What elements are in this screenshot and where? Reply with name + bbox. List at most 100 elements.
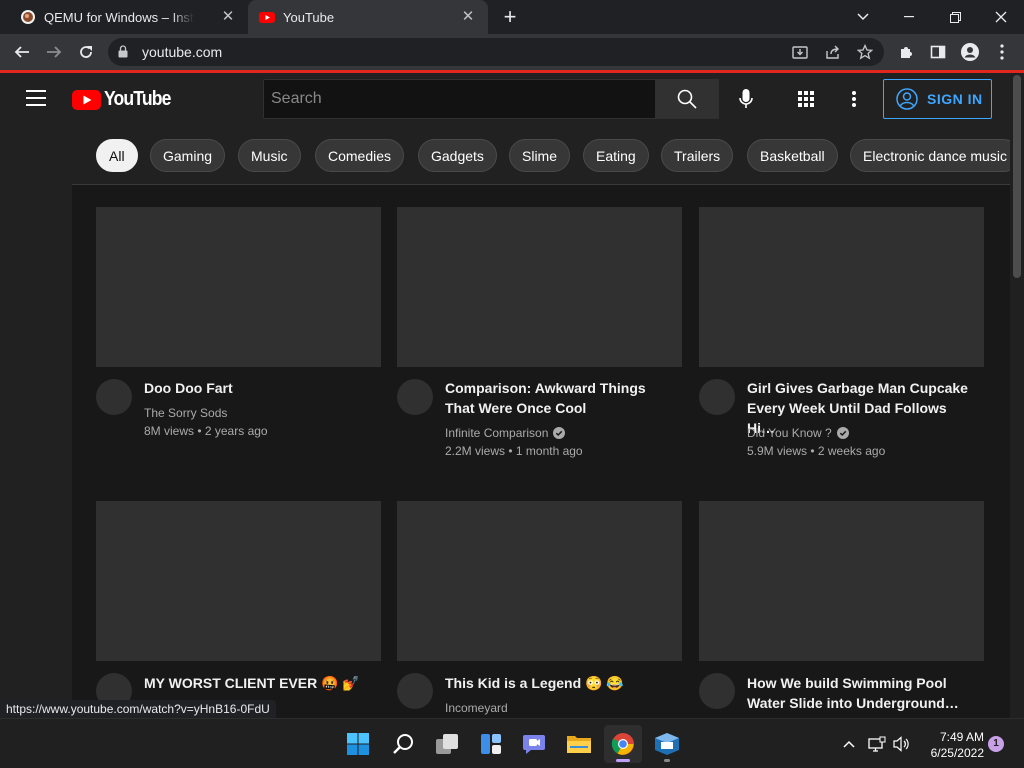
channel-name-text: Did You Know ? [747, 426, 832, 440]
sign-in-button[interactable]: SIGN IN [883, 79, 992, 119]
video-thumbnail[interactable] [96, 207, 381, 367]
chip-eating[interactable]: Eating [583, 139, 649, 172]
browser-tab-strip: QEMU for Windows – Installers (6 ✕ YouTu… [0, 0, 1024, 34]
search-icon [677, 89, 697, 109]
volume-icon[interactable] [893, 735, 911, 753]
video-meta: 2.2M views • 1 month ago [445, 444, 583, 458]
voice-search-button[interactable] [730, 83, 762, 115]
video-thumbnail[interactable] [699, 501, 984, 661]
video-title[interactable]: Doo Doo Fart [144, 378, 374, 398]
network-icon[interactable] [868, 735, 886, 753]
video-thumbnail[interactable] [397, 207, 682, 367]
chip-gadgets[interactable]: Gadgets [418, 139, 497, 172]
widgets-button[interactable] [472, 725, 510, 763]
search-input[interactable] [264, 80, 655, 118]
sign-in-label: SIGN IN [927, 91, 983, 107]
channel-name[interactable]: Did You Know ? [747, 426, 849, 440]
teams-chat-icon [523, 735, 545, 754]
new-tab-button[interactable]: + [499, 6, 521, 28]
guide-sidebar-strip [0, 128, 72, 718]
chip-electronic-dance-music[interactable]: Electronic dance music [850, 139, 1010, 172]
show-hidden-icons-chevron-icon[interactable] [840, 735, 858, 753]
tab-qemu[interactable]: QEMU for Windows – Installers (6 ✕ [0, 0, 248, 34]
apps-grid-icon[interactable] [794, 87, 818, 111]
teams-chat-button[interactable] [515, 725, 553, 763]
verified-check-icon [553, 427, 566, 439]
chip-trailers[interactable]: Trailers [661, 139, 734, 172]
restore-button[interactable] [932, 0, 978, 34]
channel-avatar[interactable] [397, 379, 433, 415]
channel-name-text: Infinite Comparison [445, 426, 549, 440]
video-title[interactable]: MY WORST CLIENT EVER 🤬 💅 [144, 673, 374, 693]
reload-button[interactable] [74, 40, 98, 64]
url-text: youtube.com [142, 44, 223, 60]
settings-kebab-icon[interactable] [842, 87, 866, 111]
video-title[interactable]: Comparison: Awkward Things That Were Onc… [445, 378, 675, 418]
logo-text: YouTube [104, 88, 171, 110]
video-grid: Doo Doo Fart The Sorry Sods 8M views • 2… [72, 185, 1010, 718]
chrome-icon [611, 733, 634, 755]
search-box[interactable] [263, 79, 656, 119]
tab-title: QEMU for Windows – Installers (6 [44, 9, 194, 25]
install-icon[interactable] [791, 43, 809, 61]
minimize-button[interactable] [886, 0, 932, 34]
arrow-left-icon [14, 46, 29, 58]
share-icon[interactable] [824, 43, 842, 61]
video-thumbnail[interactable] [397, 501, 682, 661]
extensions-icon[interactable] [894, 40, 918, 64]
reload-icon [80, 46, 92, 58]
chip-gaming[interactable]: Gaming [150, 139, 226, 172]
video-meta: 5.9M views • 2 weeks ago [747, 444, 886, 458]
taskbar-search-button[interactable] [384, 725, 422, 763]
video-title[interactable]: This Kid is a Legend 😳 😂 [445, 673, 675, 693]
page-scrollbar[interactable] [1010, 73, 1024, 718]
close-tab-icon[interactable]: ✕ [460, 9, 476, 25]
address-bar[interactable]: youtube.com [108, 38, 884, 66]
scrollbar-thumb[interactable] [1013, 75, 1021, 278]
notification-count-badge[interactable]: 1 [988, 736, 1004, 752]
channel-name[interactable]: Incomeyard [445, 701, 508, 715]
virtualbox-taskbar-button[interactable] [648, 725, 686, 763]
windows-taskbar: 7:49 AM 6/25/2022 1 [0, 718, 1024, 768]
close-window-button[interactable] [978, 0, 1024, 34]
channel-avatar[interactable] [397, 673, 433, 709]
video-thumbnail[interactable] [699, 207, 984, 367]
chrome-taskbar-button[interactable] [604, 725, 642, 763]
chip-slime[interactable]: Slime [509, 139, 571, 172]
system-clock[interactable]: 7:49 AM 6/25/2022 [920, 729, 984, 761]
youtube-play-logo-icon [72, 89, 101, 110]
video-title[interactable]: How We build Swimming Pool Water Slide i… [747, 673, 977, 713]
chrome-menu-icon[interactable] [990, 40, 1014, 64]
lock-icon [118, 45, 128, 58]
tab-search-icon[interactable] [840, 0, 886, 34]
search-button[interactable] [655, 79, 719, 119]
back-button[interactable] [10, 40, 34, 64]
channel-avatar[interactable] [96, 379, 132, 415]
chip-music[interactable]: Music [238, 139, 301, 172]
chip-basketball[interactable]: Basketball [747, 139, 838, 172]
profile-icon[interactable] [958, 40, 982, 64]
close-tab-icon[interactable]: ✕ [220, 9, 236, 25]
bookmark-star-icon[interactable] [856, 43, 874, 61]
widgets-icon [481, 734, 501, 754]
clock-time: 7:49 AM [939, 730, 984, 744]
channel-name[interactable]: The Sorry Sods [144, 406, 227, 420]
guide-menu-icon[interactable] [26, 90, 46, 106]
channel-name[interactable]: Infinite Comparison [445, 426, 566, 440]
tab-youtube[interactable]: YouTube ✕ [248, 0, 488, 34]
youtube-logo[interactable]: YouTube [72, 88, 180, 111]
channel-avatar[interactable] [699, 673, 735, 709]
task-view-icon [436, 734, 458, 754]
side-panel-icon[interactable] [926, 40, 950, 64]
task-view-button[interactable] [428, 725, 466, 763]
channel-avatar[interactable] [699, 379, 735, 415]
file-explorer-button[interactable] [560, 725, 598, 763]
start-button[interactable] [339, 725, 377, 763]
forward-button[interactable] [42, 40, 66, 64]
chip-all[interactable]: All [96, 139, 138, 172]
verified-check-icon [836, 427, 849, 439]
channel-name-text: The Sorry Sods [144, 406, 228, 420]
qemu-favicon-icon [21, 10, 35, 24]
video-thumbnail[interactable] [96, 501, 381, 661]
chip-comedies[interactable]: Comedies [315, 139, 405, 172]
